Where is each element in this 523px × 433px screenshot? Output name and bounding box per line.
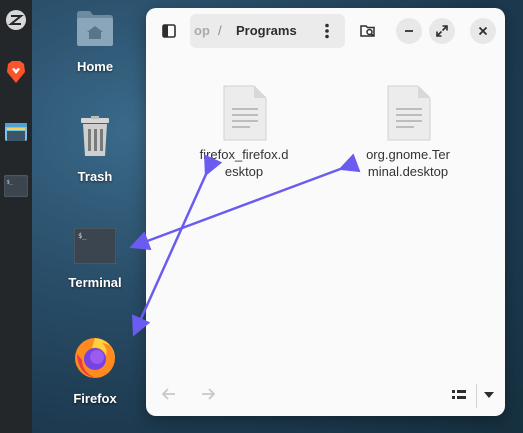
desktop-icon-firefox[interactable]: Firefox (50, 334, 140, 406)
back-button[interactable] (160, 385, 178, 403)
forward-button[interactable] (199, 385, 217, 403)
desktop-icon-label: Terminal (68, 275, 122, 290)
path-menu-button[interactable] (314, 18, 340, 44)
zorin-menu-icon[interactable] (4, 8, 28, 32)
close-icon (478, 26, 488, 36)
terminal-app-icon: $_ (73, 227, 117, 265)
brave-browser-icon[interactable] (4, 60, 28, 84)
text-file-icon (387, 85, 431, 141)
terminal-icon[interactable]: $_ (4, 174, 28, 198)
file-name-line2: minal.desktop (367, 164, 449, 179)
close-button[interactable] (470, 18, 496, 44)
arrow-right-icon (202, 388, 215, 400)
search-folder-icon (360, 25, 375, 37)
firefox-icon (75, 338, 115, 378)
file-manager-window: op / Programs firefox_firefox.d esktop o… (146, 8, 505, 416)
path-segment-parent[interactable]: op (194, 23, 210, 38)
desktop-icon-terminal[interactable]: $_ Terminal (50, 227, 140, 290)
divider (476, 384, 477, 408)
file-name-line1: firefox_firefox.d (199, 147, 289, 162)
maximize-button[interactable] (429, 18, 455, 44)
desktop-icon-home[interactable]: Home (50, 8, 140, 74)
files-icon[interactable] (4, 120, 28, 144)
minimize-icon (405, 30, 413, 32)
headerbar: op / Programs (146, 8, 505, 54)
list-view-icon (452, 390, 466, 399)
home-folder-icon (77, 11, 113, 46)
view-options-dropdown[interactable] (481, 386, 497, 404)
path-segment-current[interactable]: Programs (236, 23, 297, 38)
desktop-icon-trash[interactable]: Trash (50, 116, 140, 184)
arrow-left-icon (162, 388, 175, 400)
desktop-icon-label: Firefox (73, 391, 117, 406)
file-item[interactable]: firefox_firefox.d esktop (179, 84, 309, 180)
maximize-icon (436, 25, 448, 37)
sidebar-toggle-button[interactable] (156, 18, 182, 44)
file-item[interactable]: org.gnome.Ter minal.desktop (343, 84, 473, 180)
dock: $_ (0, 0, 32, 433)
path-separator: / (218, 23, 222, 38)
view-mode-button[interactable] (449, 386, 469, 404)
kebab-menu-icon (325, 23, 329, 39)
file-name-line2: esktop (224, 164, 264, 179)
svg-text:$_: $_ (7, 179, 14, 185)
search-button[interactable] (355, 18, 381, 44)
desktop-icon-label: Trash (77, 169, 113, 184)
text-file-icon (223, 85, 267, 141)
desktop-icon-label: Home (76, 59, 114, 74)
minimize-button[interactable] (396, 18, 422, 44)
sidebar-icon (162, 24, 176, 38)
svg-text:$_: $_ (78, 232, 87, 240)
chevron-down-icon (484, 392, 494, 398)
file-name-line1: org.gnome.Ter (366, 147, 450, 162)
trash-icon (81, 116, 109, 156)
